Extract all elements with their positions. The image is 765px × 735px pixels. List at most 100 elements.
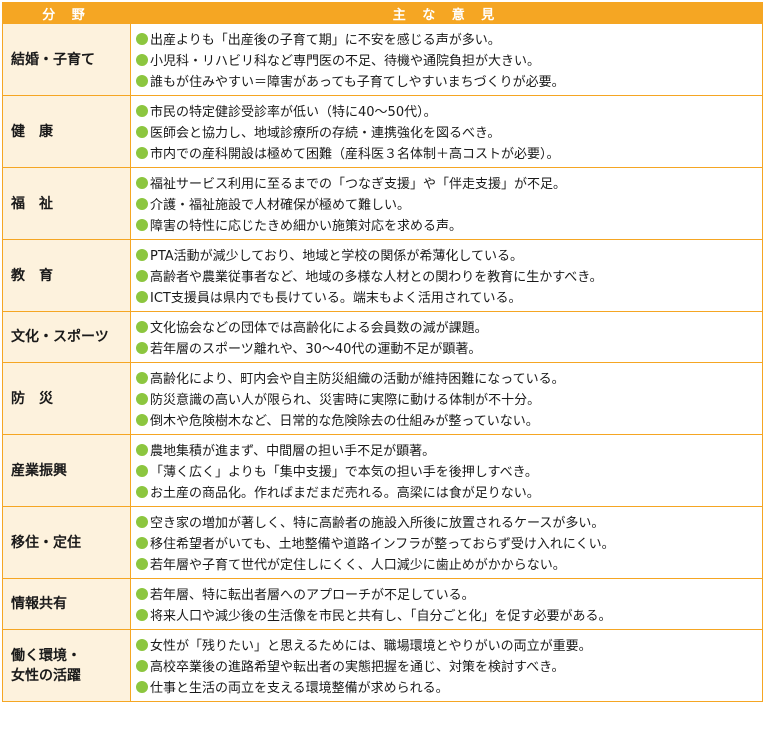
green-dot-icon [136,74,148,87]
field-cell: 移住・定住 [2,506,131,579]
header-field: 分 野 [2,2,131,24]
opinion-text: 出産よりも「出産後の子育て期」に不安を感じる声が多い。 [150,33,501,48]
table-row: 福 祉 福祉サービス利用に至るまでの「つなぎ支援」や「伴走支援」が不足。 介護・福祉… [2,167,763,240]
opinion-item: 若年層、特に転出者層へのアプローチが不足している。 [136,583,762,604]
opinion-item: 高校卒業後の進路希望や転出者の実態把握を通じ、対策を検討すべき。 [136,655,762,676]
opinion-text: 医師会と協力し、地域診療所の存続・連携強化を図るべき。 [150,126,501,141]
opinion-text: お土産の商品化。作ればまだまだ売れる。高梁には食が足りない。 [150,486,540,501]
opinion-text: 防災意識の高い人が限られ、災害時に実際に動ける体制が不十分。 [150,393,541,408]
green-dot-icon [136,413,148,426]
field-label: 移住・定住 [11,534,81,551]
opinion-item: 介護・福祉施設で人材確保が極めて難しい。 [136,193,762,214]
opinion-text: 高齢化により、町内会や自主防災組織の活動が維持困難になっている。 [150,372,565,387]
opinions-cell: 福祉サービス利用に至るまでの「つなぎ支援」や「伴走支援」が不足。 介護・福祉施設で… [130,167,763,240]
opinion-text: 「薄く広く」よりも「集中支援」で本気の担い手を後押しすべき。 [150,465,538,480]
green-dot-icon [136,248,148,261]
opinion-item: 「薄く広く」よりも「集中支援」で本気の担い手を後押しすべき。 [136,460,762,481]
opinion-text: ICT支援員は県内でも長けている。端末もよく活用されている。 [150,291,522,306]
opinion-item: 仕事と生活の両立を支える環境整備が求められる。 [136,676,762,697]
green-dot-icon [136,125,148,138]
table-row: 産業振興 農地集積が進まず、中間層の担い手不足が顕著。「薄く広く」よりも「集中支援… [2,434,763,507]
opinion-text: 将来人口や減少後の生活像を市民と共有し、「自分ごと化」を促す必要がある。 [150,609,612,624]
green-dot-icon [136,32,148,45]
green-dot-icon [136,608,148,621]
green-dot-icon [136,146,148,159]
field-label: 産業振興 [11,462,67,479]
opinions-cell: 高齢化により、町内会や自主防災組織の活動が維持困難になっている。 防災意識の高い人… [130,362,763,435]
opinion-item: 将来人口や減少後の生活像を市民と共有し、「自分ごと化」を促す必要がある。 [136,604,762,625]
opinion-text: 文化協会などの団体では高齢化による会員数の減が課題。 [150,321,488,336]
opinion-item: PTA活動が減少しており、地域と学校の関係が希薄化している。 [136,244,762,265]
field-cell: 防 災 [2,362,131,435]
field-label: 教 育 [11,267,53,284]
opinion-item: 女性が「残りたい」と思えるためには、職場環境とやりがいの両立が重要。 [136,634,762,655]
opinion-text: 空き家の増加が著しく、特に高齢者の施設入所後に放置されるケースが多い。 [150,516,605,531]
table-row: 防 災 高齢化により、町内会や自主防災組織の活動が維持困難になっている。 防災意識の… [2,362,763,435]
table-row: 情報共有 若年層、特に転出者層へのアプローチが不足している。将来人口や減少後の生活… [2,578,763,630]
opinion-text: 仕事と生活の両立を支える環境整備が求められる。 [150,681,449,696]
green-dot-icon [136,320,148,333]
opinions-cell: 空き家の増加が著しく、特に高齢者の施設入所後に放置されるケースが多い。 移住希望者… [130,506,763,579]
opinion-item: 障害の特性に応じたきめ細かい施策対応を求める声。 [136,214,762,235]
table-header-row: 分 野 主 な 意 見 [2,2,763,24]
opinion-text: 福祉サービス利用に至るまでの「つなぎ支援」や「伴走支援」が不足。 [150,177,567,192]
table-row: 働く環境・ 女性の活躍 女性が「残りたい」と思えるためには、職場環境とやりがいの両立… [2,629,763,702]
opinion-text: 倒木や危険樹木など、日常的な危険除去の仕組みが整っていない。 [150,414,539,429]
opinions-cell: 農地集積が進まず、中間層の担い手不足が顕著。「薄く広く」よりも「集中支援」で本気… [130,434,763,507]
header-opinions: 主 な 意 見 [130,2,763,24]
opinion-item: 福祉サービス利用に至るまでの「つなぎ支援」や「伴走支援」が不足。 [136,172,762,193]
opinion-text: 女性が「残りたい」と思えるためには、職場環境とやりがいの両立が重要。 [150,639,592,654]
opinions-cell: 市民の特定健診受診率が低い（特に40～50代）。医師会と協力し、地域診療所の存続… [130,95,763,168]
green-dot-icon [136,104,148,117]
green-dot-icon [136,464,148,477]
green-dot-icon [136,485,148,498]
green-dot-icon [136,176,148,189]
opinion-item: 高齢化により、町内会や自主防災組織の活動が維持困難になっている。 [136,367,762,388]
opinion-item: 倒木や危険樹木など、日常的な危険除去の仕組みが整っていない。 [136,409,762,430]
opinions-table: 分 野 主 な 意 見 結婚・子育て 出産よりも「出産後の子育て期」に不安を感じる… [2,2,763,702]
opinion-text: 若年層のスポーツ離れや、30～40代の運動不足が顕著。 [150,342,482,357]
field-cell: 福 祉 [2,167,131,240]
green-dot-icon [136,269,148,282]
opinion-item: 文化協会などの団体では高齢化による会員数の減が課題。 [136,316,762,337]
opinion-text: 市民の特定健診受診率が低い（特に40～50代）。 [150,105,437,120]
green-dot-icon [136,443,148,456]
green-dot-icon [136,659,148,672]
field-label: 健 康 [11,123,53,140]
green-dot-icon [136,341,148,354]
table-body: 結婚・子育て 出産よりも「出産後の子育て期」に不安を感じる声が多い。 小児科・リハビ… [2,23,763,702]
table-row: 移住・定住 空き家の増加が著しく、特に高齢者の施設入所後に放置されるケースが多い。… [2,506,763,579]
field-label: 女性の活躍 [11,667,81,684]
field-label: 福 祉 [11,195,53,212]
green-dot-icon [136,536,148,549]
field-label: 防 災 [11,390,53,407]
opinion-text: 高齢者や農業従事者など、地域の多様な人材との関わりを教育に生かすべき。 [150,270,603,285]
opinion-text: 高校卒業後の進路希望や転出者の実態把握を通じ、対策を検討すべき。 [150,660,565,675]
opinion-text: 誰もが住みやすい＝障害があっても子育てしやすいまちづくりが必要。 [150,75,565,90]
opinion-item: 農地集積が進まず、中間層の担い手不足が顕著。 [136,439,762,460]
opinion-item: 市民の特定健診受診率が低い（特に40～50代）。 [136,100,762,121]
opinion-text: 障害の特性に応じたきめ細かい施策対応を求める声。 [150,219,463,234]
opinion-item: 小児科・リハビリ科など専門医の不足、待機や通院負担が大きい。 [136,49,762,70]
field-cell: 情報共有 [2,578,131,630]
green-dot-icon [136,392,148,405]
field-cell: 文化・スポーツ [2,311,131,363]
table-row: 教 育 PTA活動が減少しており、地域と学校の関係が希薄化している。高齢者や農業従… [2,239,763,312]
field-cell: 働く環境・ 女性の活躍 [2,629,131,702]
green-dot-icon [136,515,148,528]
opinion-item: 移住希望者がいても、土地整備や道路インフラが整っておらず受け入れにくい。 [136,532,762,553]
opinion-item: 高齢者や農業従事者など、地域の多様な人材との関わりを教育に生かすべき。 [136,265,762,286]
opinions-cell: 若年層、特に転出者層へのアプローチが不足している。将来人口や減少後の生活像を市民… [130,578,763,630]
field-label: 文化・スポーツ [11,329,109,345]
green-dot-icon [136,680,148,693]
opinion-text: 移住希望者がいても、土地整備や道路インフラが整っておらず受け入れにくい。 [150,537,615,552]
green-dot-icon [136,371,148,384]
opinion-text: 農地集積が進まず、中間層の担い手不足が顕著。 [150,444,436,459]
opinion-text: 市内での産科開設は極めて困難（産科医３名体制＋高コストが必要）。 [150,147,560,162]
opinion-item: 若年層のスポーツ離れや、30～40代の運動不足が顕著。 [136,337,762,358]
opinion-item: 誰もが住みやすい＝障害があっても子育てしやすいまちづくりが必要。 [136,70,762,91]
opinions-cell: 文化協会などの団体では高齢化による会員数の減が課題。 若年層のスポーツ離れや、30… [130,311,763,363]
green-dot-icon [136,218,148,231]
table-row: 文化・スポーツ 文化協会などの団体では高齢化による会員数の減が課題。 若年層のスポー… [2,311,763,363]
green-dot-icon [136,290,148,303]
